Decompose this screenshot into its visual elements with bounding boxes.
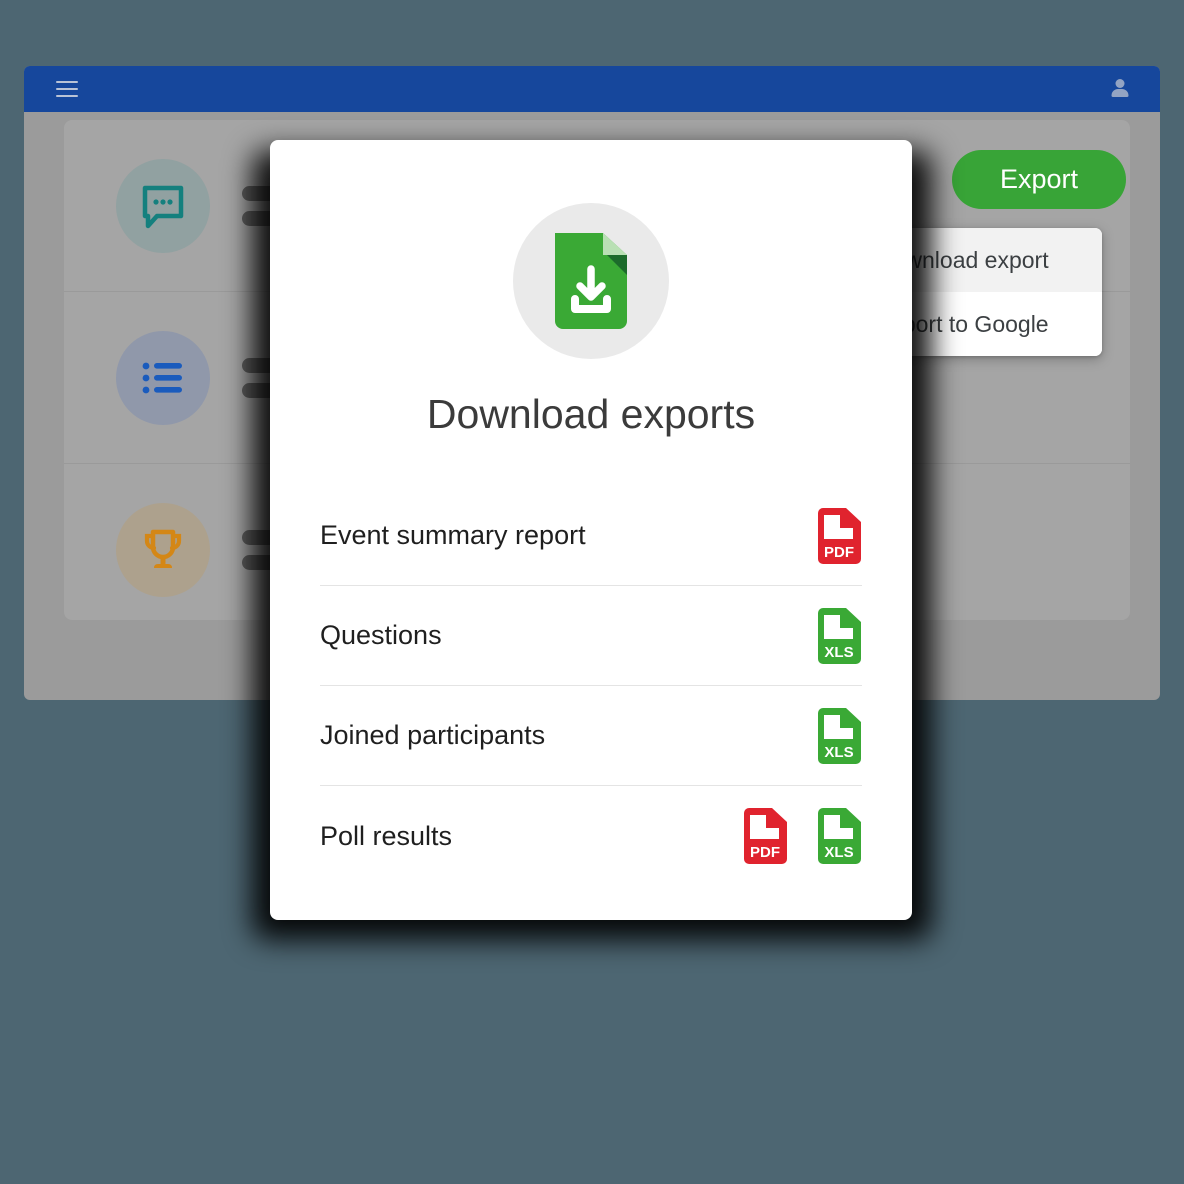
hamburger-line [56, 94, 78, 97]
xls-file-icon[interactable]: XLS [815, 807, 862, 865]
export-row-icons: PDF XLS [741, 807, 862, 865]
export-list: Event summary report PDF Questions XLS J… [270, 486, 912, 886]
svg-text:PDF: PDF [750, 844, 780, 861]
chat-bubble-icon [116, 158, 210, 253]
hamburger-line [56, 87, 78, 91]
xls-file-icon[interactable]: XLS [815, 607, 862, 665]
svg-text:XLS: XLS [824, 744, 853, 761]
page-title: Download exports [426, 391, 756, 437]
person-avatar-icon[interactable] [1108, 77, 1132, 101]
export-row-questions: Questions XLS [320, 586, 862, 686]
download-exports-dialog: Download exports Event summary report PD… [270, 140, 912, 920]
avatar-head [1115, 79, 1125, 88]
pdf-file-icon[interactable]: PDF [741, 807, 788, 865]
svg-text:XLS: XLS [824, 844, 853, 861]
export-row-icons: PDF [815, 507, 862, 565]
avatar-body [1111, 89, 1129, 97]
export-row-icons: XLS [815, 607, 862, 665]
svg-text:XLS: XLS [824, 644, 853, 661]
export-row-event-summary-report: Event summary report PDF [320, 486, 862, 586]
export-button[interactable]: Export [951, 150, 1126, 209]
hamburger-icon[interactable] [56, 81, 78, 97]
svg-text:PDF: PDF [824, 544, 854, 561]
export-row-poll-results: Poll results PDF XLS [320, 786, 862, 886]
hamburger-line [56, 81, 78, 84]
export-row-label: Questions [320, 620, 442, 650]
trophy-icon [116, 503, 210, 597]
export-row-label: Event summary report [320, 520, 586, 550]
app-header [24, 66, 1160, 112]
export-row-label: Joined participants [320, 720, 546, 750]
export-row-label: Poll results [320, 820, 453, 851]
pdf-file-icon[interactable]: PDF [815, 507, 862, 565]
export-row-icons: XLS [815, 707, 862, 765]
document-download-icon [513, 203, 669, 359]
bulleted-list-icon [116, 330, 210, 425]
xls-file-icon[interactable]: XLS [815, 707, 862, 765]
export-row-joined-participants: Joined participants XLS [320, 686, 862, 786]
